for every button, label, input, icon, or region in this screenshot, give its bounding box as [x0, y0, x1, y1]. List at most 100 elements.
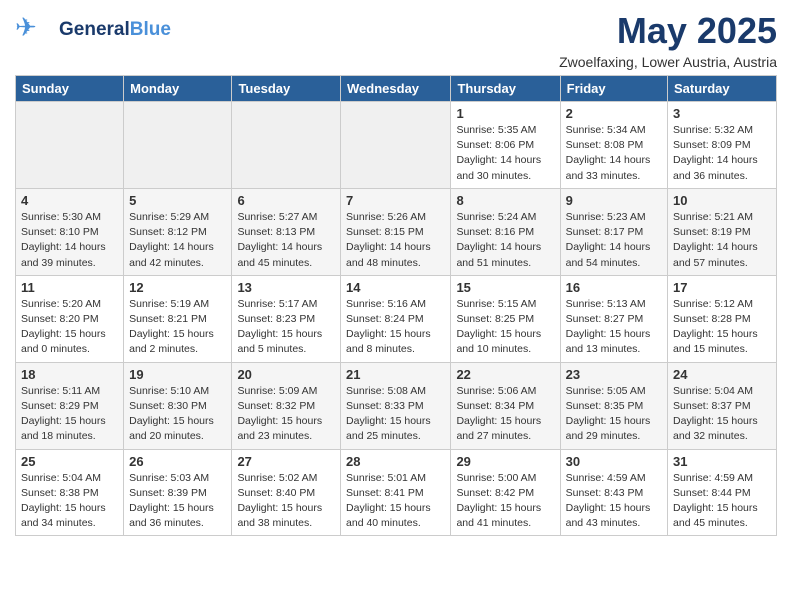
calendar-cell: 11Sunrise: 5:20 AMSunset: 8:20 PMDayligh… [16, 275, 124, 362]
calendar-cell: 10Sunrise: 5:21 AMSunset: 8:19 PMDayligh… [668, 188, 777, 275]
day-number: 12 [129, 280, 226, 295]
day-number: 25 [21, 454, 118, 469]
sunrise-text: Sunrise: 5:04 AM [673, 384, 771, 399]
calendar-cell: 21Sunrise: 5:08 AMSunset: 8:33 PMDayligh… [341, 362, 451, 449]
day-header-saturday: Saturday [668, 76, 777, 102]
day-info: Sunrise: 5:00 AMSunset: 8:42 PMDaylight:… [456, 471, 554, 532]
sunrise-text: Sunrise: 5:09 AM [237, 384, 335, 399]
sunset-text: Sunset: 8:41 PM [346, 486, 445, 501]
sunrise-text: Sunrise: 5:03 AM [129, 471, 226, 486]
daylight-text: Daylight: 14 hours and 54 minutes. [566, 240, 662, 270]
day-info: Sunrise: 5:19 AMSunset: 8:21 PMDaylight:… [129, 297, 226, 358]
day-header-sunday: Sunday [16, 76, 124, 102]
calendar-cell: 12 Sunrise: 5:19 AMSunset: 8:21 PMDayligh… [124, 275, 232, 362]
sunset-text: Sunset: 8:43 PM [566, 486, 662, 501]
day-number: 23 [566, 367, 662, 382]
day-info: Sunrise: 4:59 AMSunset: 8:44 PMDaylight:… [673, 471, 771, 532]
day-info: Sunrise: 5:03 AMSunset: 8:39 PMDaylight:… [129, 471, 226, 532]
day-number: 3 [673, 106, 771, 121]
daylight-text: Daylight: 14 hours and 30 minutes. [456, 153, 554, 183]
sunrise-text: Sunrise: 5:30 AM [21, 210, 118, 225]
sunrise-text: Sunrise: 5:04 AM [21, 471, 118, 486]
sunset-text: Sunset: 8:17 PM [566, 225, 662, 240]
daylight-text: Daylight: 14 hours and 45 minutes. [237, 240, 335, 270]
day-header-thursday: Thursday [451, 76, 560, 102]
sunrise-text: Sunrise: 5:29 AM [129, 210, 226, 225]
sunrise-text: Sunrise: 5:32 AM [673, 123, 771, 138]
sunset-text: Sunset: 8:19 PM [673, 225, 771, 240]
calendar-cell: 24Sunrise: 5:04 AMSunset: 8:37 PMDayligh… [668, 362, 777, 449]
day-info: Sunrise: 5:20 AMSunset: 8:20 PMDaylight:… [21, 297, 118, 358]
sunrise-text: Sunrise: 5:00 AM [456, 471, 554, 486]
daylight-text: Daylight: 15 hours and 15 minutes. [673, 327, 771, 357]
logo-blue: Blue [130, 19, 171, 40]
day-number: 19 [129, 367, 226, 382]
sunrise-text: Sunrise: 5:11 AM [21, 384, 118, 399]
sunrise-text: Sunrise: 5:35 AM [456, 123, 554, 138]
sunrise-text: Sunrise: 5:05 AM [566, 384, 662, 399]
calendar-cell: 16Sunrise: 5:13 AMSunset: 8:27 PMDayligh… [560, 275, 667, 362]
daylight-text: Daylight: 15 hours and 34 minutes. [21, 501, 118, 531]
daylight-text: Daylight: 14 hours and 42 minutes. [129, 240, 226, 270]
header: ✈ GeneralBlue May 2025 Zwoelfaxing, Lowe… [15, 10, 777, 70]
calendar-cell: 27Sunrise: 5:02 AMSunset: 8:40 PMDayligh… [232, 449, 341, 536]
calendar-cell: 14Sunrise: 5:16 AMSunset: 8:24 PMDayligh… [341, 275, 451, 362]
sunrise-text: Sunrise: 5:06 AM [456, 384, 554, 399]
calendar-cell: 25 Sunrise: 5:04 AMSunset: 8:38 PMDayligh… [16, 449, 124, 536]
daylight-text: Daylight: 15 hours and 27 minutes. [456, 414, 554, 444]
calendar-cell: 1Sunrise: 5:35 AMSunset: 8:06 PMDaylight… [451, 102, 560, 189]
sunset-text: Sunset: 8:16 PM [456, 225, 554, 240]
day-number: 20 [237, 367, 335, 382]
calendar-cell: 20 Sunrise: 5:09 AMSunset: 8:32 PMDayligh… [232, 362, 341, 449]
sunrise-text: Sunrise: 5:20 AM [21, 297, 118, 312]
sunset-text: Sunset: 8:44 PM [673, 486, 771, 501]
calendar-cell: 26Sunrise: 5:03 AMSunset: 8:39 PMDayligh… [124, 449, 232, 536]
sunset-text: Sunset: 8:21 PM [129, 312, 226, 327]
sunset-text: Sunset: 8:13 PM [237, 225, 335, 240]
sunrise-text: Sunrise: 5:15 AM [456, 297, 554, 312]
calendar-cell [232, 102, 341, 189]
sunset-text: Sunset: 8:39 PM [129, 486, 226, 501]
week-row-3: 11Sunrise: 5:20 AMSunset: 8:20 PMDayligh… [16, 275, 777, 362]
day-number: 31 [673, 454, 771, 469]
day-info: Sunrise: 5:09 AMSunset: 8:32 PMDaylight:… [237, 384, 335, 445]
calendar-cell: 31 Sunrise: 4:59 AMSunset: 8:44 PMDayligh… [668, 449, 777, 536]
daylight-text: Daylight: 15 hours and 45 minutes. [673, 501, 771, 531]
calendar-table: SundayMondayTuesdayWednesdayThursdayFrid… [15, 75, 777, 536]
month-title: May 2025 [559, 10, 777, 52]
day-number: 24 [673, 367, 771, 382]
calendar-cell [341, 102, 451, 189]
day-info: Sunrise: 5:04 AMSunset: 8:38 PMDaylight:… [21, 471, 118, 532]
daylight-text: Daylight: 15 hours and 25 minutes. [346, 414, 445, 444]
sunset-text: Sunset: 8:12 PM [129, 225, 226, 240]
sunset-text: Sunset: 8:32 PM [237, 399, 335, 414]
page-container: ✈ GeneralBlue May 2025 Zwoelfaxing, Lowe… [0, 0, 792, 546]
sunset-text: Sunset: 8:42 PM [456, 486, 554, 501]
day-number: 16 [566, 280, 662, 295]
daylight-text: Daylight: 15 hours and 29 minutes. [566, 414, 662, 444]
day-header-monday: Monday [124, 76, 232, 102]
day-info: Sunrise: 5:16 AMSunset: 8:24 PMDaylight:… [346, 297, 445, 358]
day-header-wednesday: Wednesday [341, 76, 451, 102]
daylight-text: Daylight: 15 hours and 18 minutes. [21, 414, 118, 444]
sunset-text: Sunset: 8:38 PM [21, 486, 118, 501]
sunrise-text: Sunrise: 5:26 AM [346, 210, 445, 225]
day-info: Sunrise: 5:29 AMSunset: 8:12 PMDaylight:… [129, 210, 226, 271]
daylight-text: Daylight: 14 hours and 36 minutes. [673, 153, 771, 183]
daylight-text: Daylight: 15 hours and 20 minutes. [129, 414, 226, 444]
calendar-cell [16, 102, 124, 189]
sunrise-text: Sunrise: 5:13 AM [566, 297, 662, 312]
day-number: 8 [456, 193, 554, 208]
sunrise-text: Sunrise: 5:02 AM [237, 471, 335, 486]
day-info: Sunrise: 5:10 AMSunset: 8:30 PMDaylight:… [129, 384, 226, 445]
sunrise-text: Sunrise: 4:59 AM [673, 471, 771, 486]
day-info: Sunrise: 5:08 AMSunset: 8:33 PMDaylight:… [346, 384, 445, 445]
day-info: Sunrise: 5:27 AMSunset: 8:13 PMDaylight:… [237, 210, 335, 271]
week-row-4: 18Sunrise: 5:11 AMSunset: 8:29 PMDayligh… [16, 362, 777, 449]
day-info: Sunrise: 5:32 AMSunset: 8:09 PMDaylight:… [673, 123, 771, 184]
calendar-cell: 18Sunrise: 5:11 AMSunset: 8:29 PMDayligh… [16, 362, 124, 449]
sunset-text: Sunset: 8:08 PM [566, 138, 662, 153]
daylight-text: Daylight: 15 hours and 23 minutes. [237, 414, 335, 444]
daylight-text: Daylight: 15 hours and 40 minutes. [346, 501, 445, 531]
day-number: 30 [566, 454, 662, 469]
